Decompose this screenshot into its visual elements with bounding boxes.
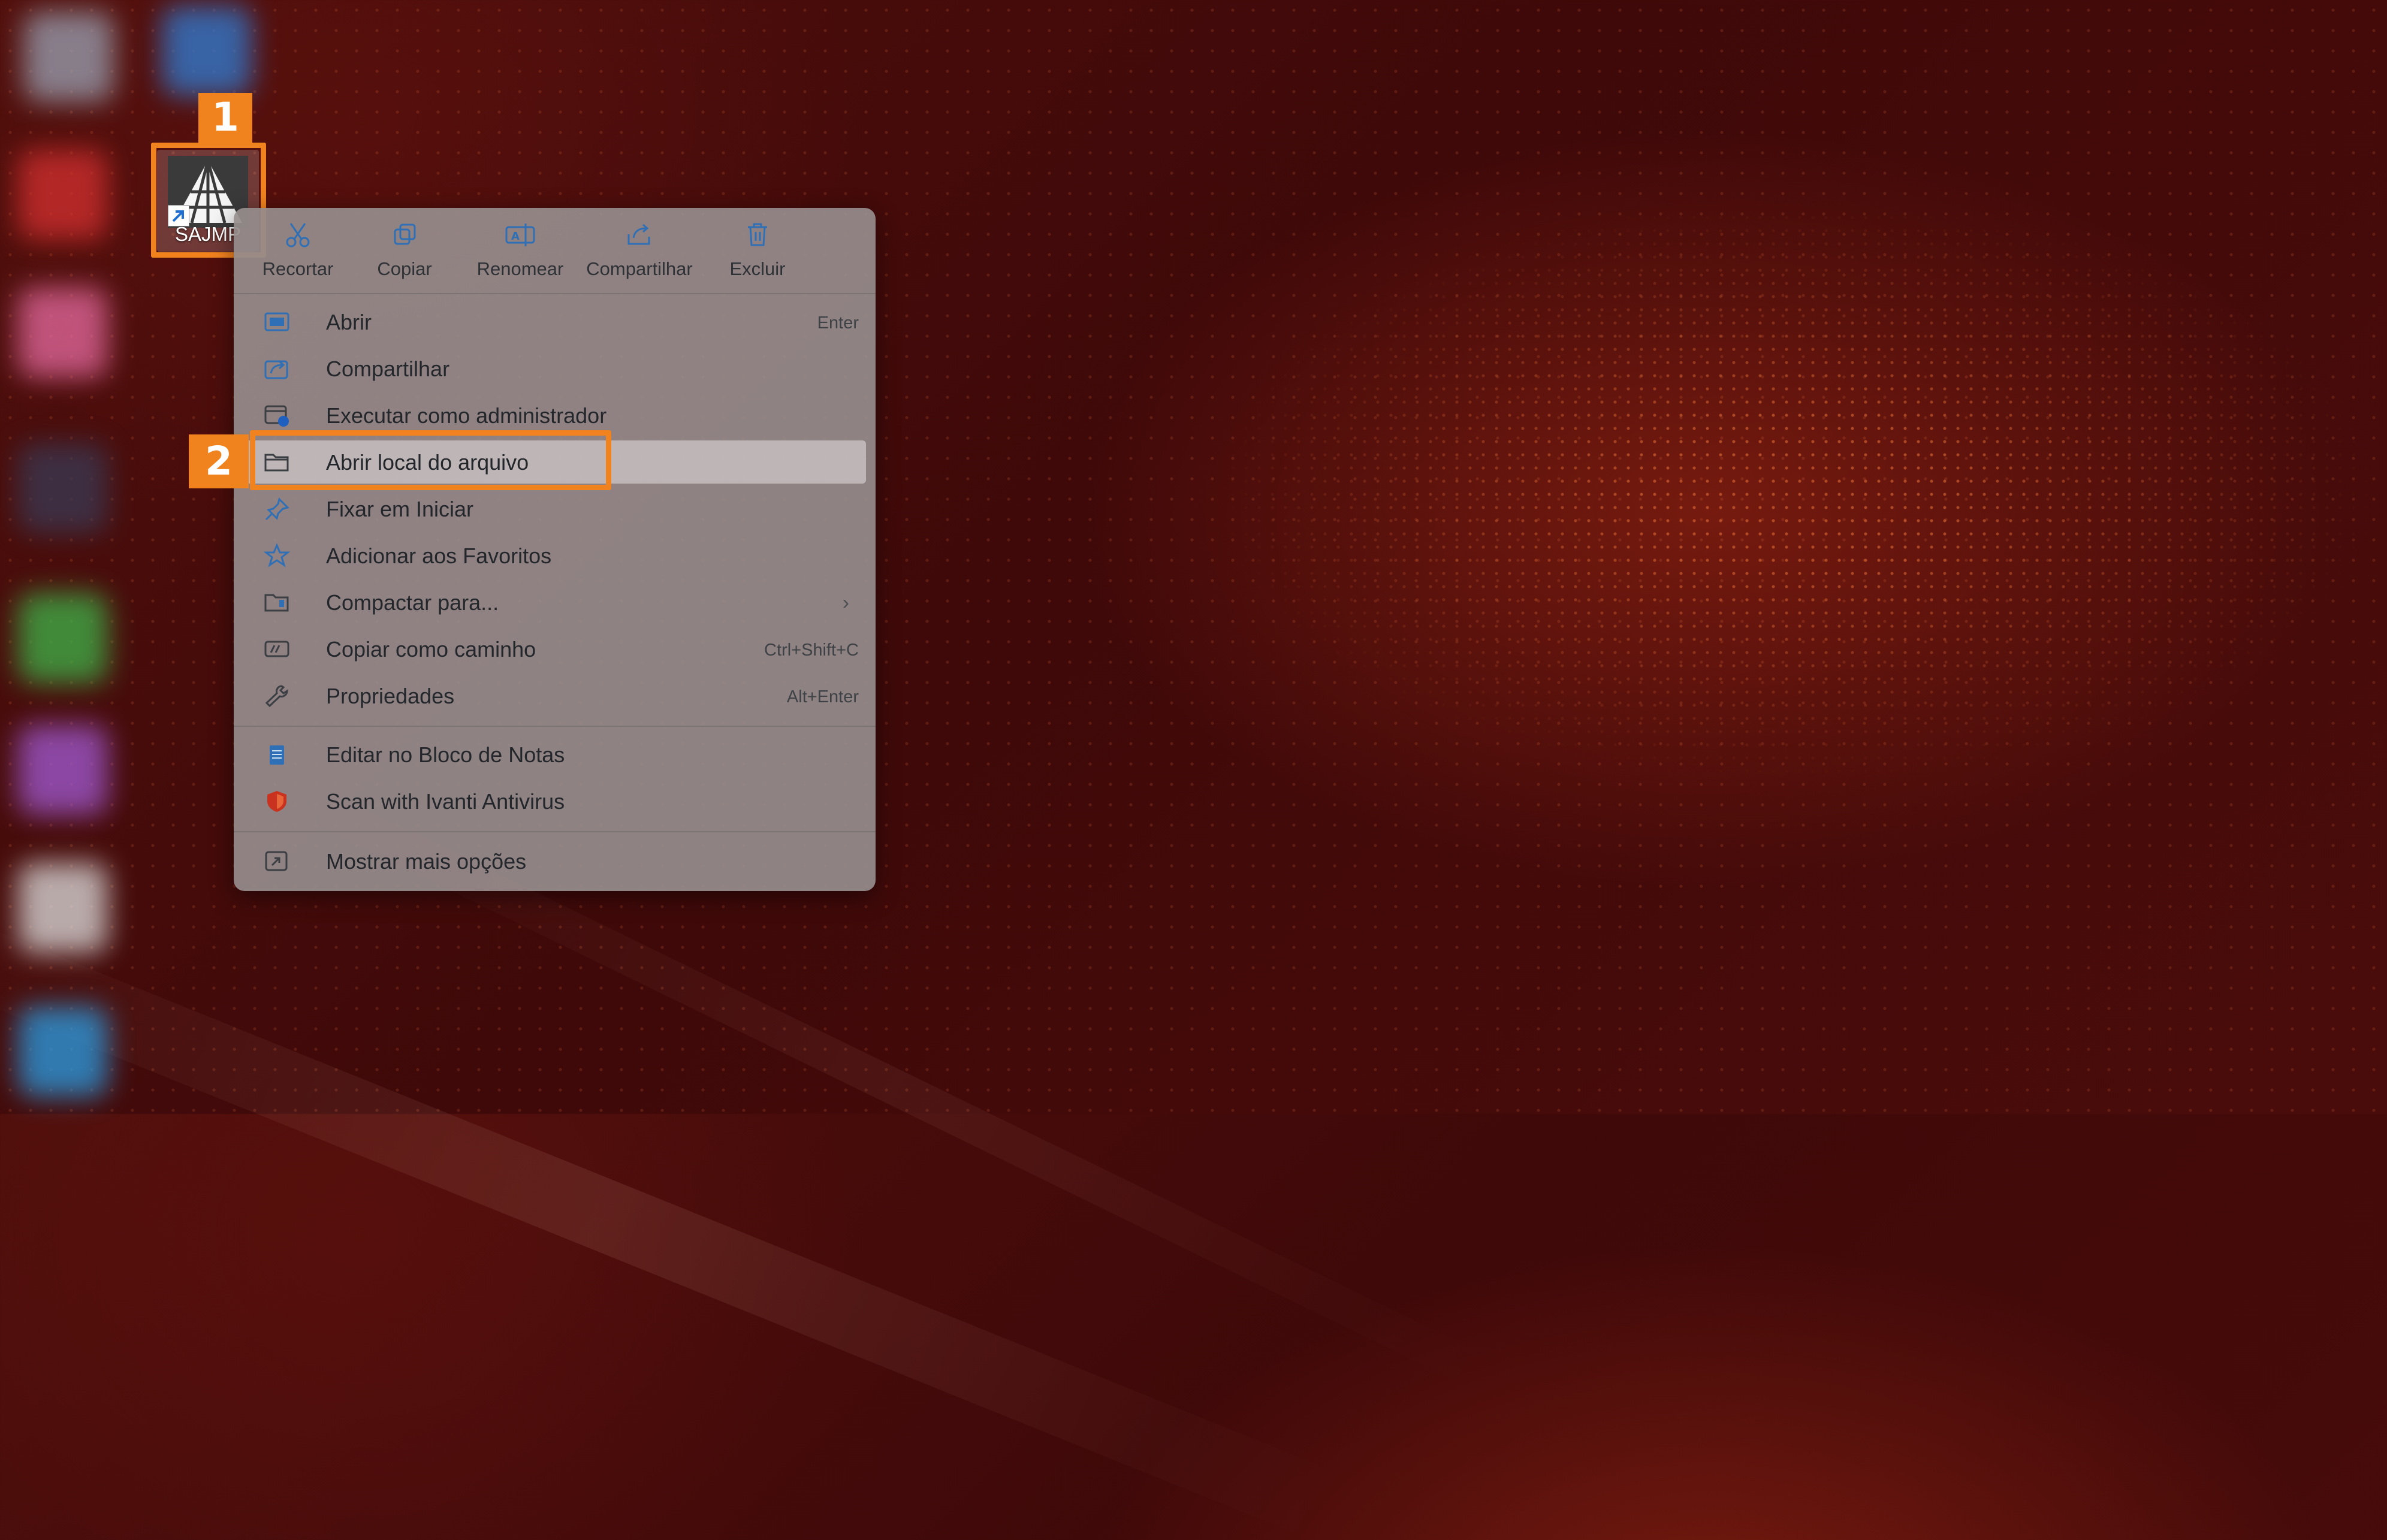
menu-item-label: Editar no Bloco de Notas xyxy=(326,742,565,767)
trash-icon xyxy=(748,223,767,246)
menu-item-label: Mostrar mais opções xyxy=(326,849,527,874)
pin-icon xyxy=(265,497,289,521)
context-menu-toolbar: Recortar Copiar A Renomear Compartilhar xyxy=(234,208,876,292)
menu-item-label: Compartilhar xyxy=(326,357,450,381)
chevron-right-icon: › xyxy=(842,591,849,614)
callout-badge-1: 1 xyxy=(198,93,252,143)
menu-item-copy-as-path[interactable]: Copiar como caminho Ctrl+Shift+C xyxy=(246,627,866,671)
archive-icon xyxy=(264,594,289,612)
menu-item-edit-notepad[interactable]: Editar no Bloco de Notas xyxy=(246,733,866,776)
star-icon xyxy=(264,543,290,567)
rename-button[interactable]: A Renomear xyxy=(466,221,574,287)
menu-item-compress-to[interactable]: Compactar para... › xyxy=(246,581,866,624)
copy-label: Copiar xyxy=(377,258,432,279)
menu-item-label: Executar como administrador xyxy=(326,403,607,428)
blurred-desktop-icon[interactable] xyxy=(18,725,108,815)
menu-item-shortcut: Ctrl+Shift+C xyxy=(764,641,859,660)
blurred-desktop-icon[interactable] xyxy=(18,863,108,953)
menu-item-properties[interactable]: Propriedades Alt+Enter xyxy=(246,674,866,717)
menu-item-label: Fixar em Iniciar xyxy=(326,497,474,521)
menu-item-ivanti-scan[interactable]: Scan with Ivanti Antivirus xyxy=(246,780,866,823)
blurred-desktop-icon[interactable] xyxy=(18,150,108,240)
cut-button[interactable]: Recortar xyxy=(247,221,349,287)
copy-icon xyxy=(394,224,416,245)
menu-item-label: Compactar para... xyxy=(326,590,499,615)
menu-item-open[interactable]: Abrir Enter xyxy=(246,300,866,343)
share-icon xyxy=(627,224,650,245)
blurred-desktop-icon[interactable] xyxy=(18,593,108,683)
rename-icon: A xyxy=(505,224,535,246)
more-options-icon xyxy=(265,851,288,871)
blurred-desktop-icon[interactable] xyxy=(18,288,108,378)
menu-item-show-more-options[interactable]: Mostrar mais opções xyxy=(246,840,866,883)
menu-item-add-favorites[interactable]: Adicionar aos Favoritos xyxy=(246,534,866,577)
delete-button[interactable]: Excluir xyxy=(716,221,799,287)
blurred-desktop-icon[interactable] xyxy=(162,6,252,96)
menu-item-shortcut: Enter xyxy=(817,313,859,333)
share-icon xyxy=(264,360,288,379)
open-window-icon xyxy=(264,312,289,331)
context-menu: Recortar Copiar A Renomear Compartilhar xyxy=(234,208,876,891)
blurred-desktop-icon[interactable] xyxy=(24,12,114,102)
ivanti-shield-icon xyxy=(267,791,286,812)
notepad-icon xyxy=(270,745,284,765)
menu-item-label: Propriedades xyxy=(326,684,455,708)
menu-item-label: Adicionar aos Favoritos xyxy=(326,543,552,568)
menu-item-pin-to-start[interactable]: Fixar em Iniciar xyxy=(246,487,866,530)
delete-label: Excluir xyxy=(729,258,786,279)
rename-label: Renomear xyxy=(476,258,564,279)
menu-separator xyxy=(234,831,876,832)
blurred-desktop-icon[interactable] xyxy=(18,1007,108,1097)
menu-item-shortcut: Alt+Enter xyxy=(786,687,859,706)
menu-item-label: Abrir xyxy=(326,310,372,334)
copy-button[interactable]: Copiar xyxy=(360,221,449,287)
path-icon xyxy=(264,641,289,657)
callout-highlight-2 xyxy=(250,430,611,490)
menu-item-label: Copiar como caminho xyxy=(326,637,536,662)
scissors-icon xyxy=(286,223,310,247)
menu-separator xyxy=(234,726,876,727)
blurred-desktop-icon[interactable] xyxy=(18,443,108,533)
wrench-icon xyxy=(265,685,288,708)
callout-badge-2: 2 xyxy=(189,434,249,488)
svg-text:A: A xyxy=(511,230,520,243)
share-label: Compartilhar xyxy=(586,258,693,279)
menu-item-label: Scan with Ivanti Antivirus xyxy=(326,789,565,814)
menu-separator xyxy=(234,293,876,294)
admin-shield-icon xyxy=(264,405,289,427)
cut-label: Recortar xyxy=(262,258,334,279)
share-button[interactable]: Compartilhar xyxy=(577,221,702,287)
menu-item-share[interactable]: Compartilhar xyxy=(246,347,866,390)
